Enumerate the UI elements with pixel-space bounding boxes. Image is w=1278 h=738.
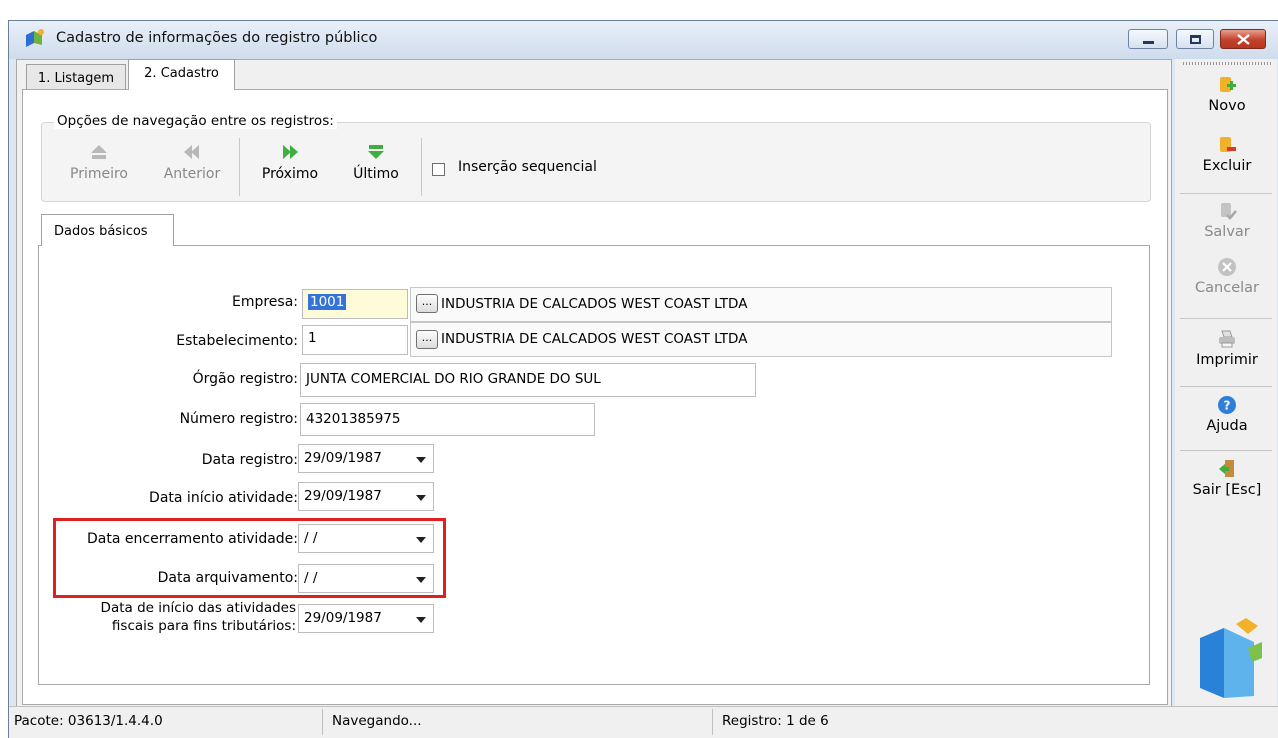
ajuda-label: Ajuda [1206, 418, 1248, 434]
ajuda-button[interactable]: ? Ajuda [1178, 394, 1276, 434]
data-fiscal-label-line2: fiscais para fins tributários: [111, 618, 296, 634]
app-icon [26, 29, 44, 47]
add-icon [1220, 77, 1236, 92]
first-record-label: Primeiro [70, 166, 128, 182]
data-inicio-atividade-value: 29/09/1987 [304, 488, 382, 504]
toolbar-separator [421, 138, 422, 196]
data-registro-label: Data registro: [201, 452, 298, 468]
data-fiscal-label-line1: Data de início das atividades [100, 600, 296, 616]
save-icon [1221, 203, 1237, 220]
orgao-registro-input[interactable]: JUNTA COMERCIAL DO RIO GRANDE DO SUL [300, 363, 756, 397]
first-arrow-icon [91, 145, 107, 159]
tab-listagem[interactable]: 1. Listagem [26, 64, 126, 90]
toolbar-separator [1180, 450, 1272, 451]
status-bar [9, 706, 1278, 738]
next-record-label: Próximo [261, 166, 319, 182]
tab-dados-basicos[interactable]: Dados básicos [41, 214, 174, 246]
next-arrow-icon [283, 145, 298, 159]
previous-record-button[interactable]: Anterior [152, 140, 232, 196]
cancelar-label: Cancelar [1195, 280, 1259, 296]
novo-label: Novo [1208, 98, 1246, 114]
toolbar-separator [1180, 386, 1272, 387]
brand-logo [1200, 618, 1262, 698]
chevron-down-icon[interactable] [416, 457, 426, 463]
minimize-button[interactable] [1128, 29, 1168, 49]
help-icon: ? [1218, 396, 1236, 414]
excluir-button[interactable]: Excluir [1178, 134, 1276, 174]
data-registro-picker[interactable]: 29/09/1987 [298, 444, 434, 473]
exit-icon [1219, 460, 1234, 477]
print-icon [1219, 330, 1235, 348]
cancelar-button[interactable]: Cancelar [1178, 256, 1276, 296]
close-button[interactable] [1220, 29, 1266, 49]
svg-text:?: ? [1224, 399, 1231, 413]
empresa-label: Empresa: [231, 294, 298, 310]
last-arrow-icon [368, 145, 384, 159]
data-fiscal-picker[interactable]: 29/09/1987 [298, 604, 434, 633]
cancel-icon [1218, 258, 1236, 276]
chevron-down-icon[interactable] [416, 617, 426, 623]
status-pacote: Pacote: 03613/1.4.4.0 [14, 713, 163, 729]
status-registro: Registro: 1 de 6 [722, 713, 829, 729]
empresa-lookup-button[interactable]: ... [416, 294, 438, 313]
estabelecimento-name-value: INDUSTRIA DE CALCADOS WEST COAST LTDA [441, 331, 748, 347]
tab-cadastro[interactable]: 2. Cadastro [128, 59, 235, 90]
close-icon [1237, 34, 1250, 45]
status-divider [712, 709, 713, 735]
estabelecimento-name-field: INDUSTRIA DE CALCADOS WEST COAST LTDA [410, 322, 1112, 357]
numero-registro-input[interactable]: 43201385975 [300, 403, 595, 436]
excluir-label: Excluir [1202, 158, 1252, 174]
navigation-legend: Opções de navegação entre os registros: [54, 113, 337, 129]
data-fiscal-value: 29/09/1987 [304, 610, 382, 626]
ellipsis-icon: ... [421, 295, 433, 308]
estabelecimento-code-value: 1 [308, 330, 317, 346]
ellipsis-icon: ... [421, 331, 433, 344]
window-title: Cadastro de informações do registro públ… [56, 30, 378, 46]
empresa-name-field: INDUSTRIA DE CALCADOS WEST COAST LTDA [410, 287, 1112, 322]
estabelecimento-code-input[interactable]: 1 [302, 325, 408, 355]
previous-record-label: Anterior [163, 166, 221, 182]
sequential-insert-label[interactable]: Inserção sequencial [458, 159, 597, 175]
numero-registro-label: Número registro: [179, 411, 298, 427]
estabelecimento-lookup-button[interactable]: ... [416, 330, 438, 349]
sequential-insert-checkbox[interactable] [432, 163, 445, 176]
maximize-icon [1190, 35, 1201, 44]
chevron-down-icon[interactable] [416, 495, 426, 501]
status-divider [322, 709, 323, 735]
imprimir-button[interactable]: Imprimir [1178, 328, 1276, 368]
status-estado: Navegando... [332, 713, 422, 729]
last-record-button[interactable]: Último [340, 140, 412, 196]
toolbar-separator [1180, 318, 1272, 319]
empresa-code-input[interactable]: 1001 [302, 289, 408, 319]
highlight-box [53, 518, 446, 598]
next-record-button[interactable]: Próximo [250, 140, 330, 196]
novo-button[interactable]: Novo [1178, 74, 1276, 114]
data-registro-value: 29/09/1987 [304, 450, 382, 466]
first-record-button[interactable]: Primeiro [58, 140, 140, 196]
orgao-registro-label: Órgão registro: [192, 371, 298, 387]
imprimir-label: Imprimir [1196, 352, 1258, 368]
empresa-code-value: 1001 [308, 294, 347, 310]
toolbar-separator [1180, 193, 1272, 194]
toolbar-separator [239, 138, 240, 196]
maximize-button[interactable] [1176, 29, 1214, 49]
last-record-label: Último [353, 166, 399, 182]
sair-button[interactable]: Sair [Esc] [1178, 458, 1276, 498]
salvar-label: Salvar [1204, 224, 1250, 240]
orgao-registro-value: JUNTA COMERCIAL DO RIO GRANDE DO SUL [306, 371, 601, 387]
data-inicio-atividade-label: Data início atividade: [149, 490, 298, 506]
estabelecimento-label: Estabelecimento: [176, 333, 298, 349]
previous-arrow-icon [184, 145, 199, 159]
toolbar-grip[interactable] [1183, 62, 1271, 65]
numero-registro-value: 43201385975 [306, 411, 401, 427]
empresa-name-value: INDUSTRIA DE CALCADOS WEST COAST LTDA [441, 296, 748, 312]
minimize-icon [1143, 41, 1154, 44]
salvar-button[interactable]: Salvar [1178, 200, 1276, 240]
sair-label: Sair [Esc] [1192, 482, 1262, 498]
delete-icon [1220, 137, 1236, 152]
data-inicio-atividade-picker[interactable]: 29/09/1987 [298, 482, 434, 511]
